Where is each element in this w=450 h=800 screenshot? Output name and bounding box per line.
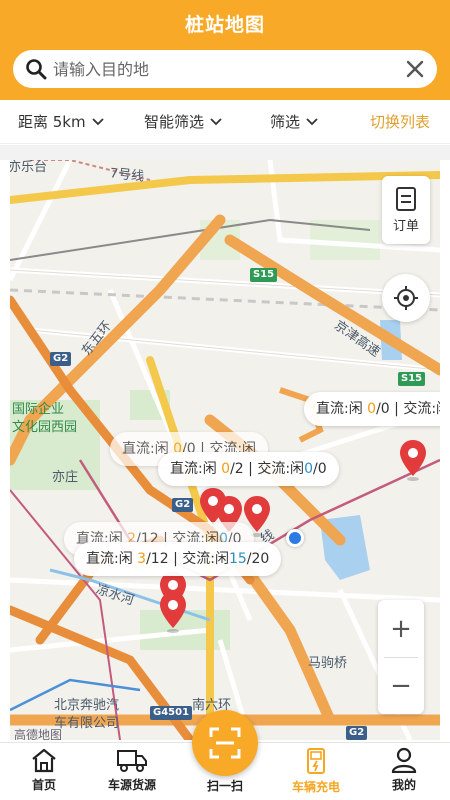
current-location-marker <box>286 529 304 547</box>
road-shield: S15 <box>398 372 426 386</box>
map-attribution: 高德地图 <box>14 728 63 740</box>
dc-prefix: 直流:闲 <box>86 551 138 567</box>
header: 桩站地图 <box>0 0 450 100</box>
order-list-icon <box>396 187 416 211</box>
dc-free: 3 <box>137 551 147 567</box>
road-shield: G2 <box>172 498 194 512</box>
station-pin[interactable] <box>398 438 428 482</box>
tab-charging[interactable]: 车辆充电 <box>276 747 356 795</box>
ac-total: /0 <box>312 461 327 477</box>
dc-free: 0 <box>221 461 231 477</box>
tab-mine-label: 我的 <box>391 778 416 792</box>
distance-filter-label: 距离 5km <box>18 113 86 131</box>
zoom-control: + − <box>378 600 424 714</box>
road-shield: G2 <box>346 726 368 740</box>
home-icon <box>32 748 56 773</box>
search-icon <box>26 59 47 80</box>
chevron-down-icon <box>210 117 222 125</box>
more-filter-label: 筛选 <box>270 113 301 131</box>
station-info-bubble[interactable]: 直流:闲 3/12 | 交流:闲15/20 <box>74 542 282 576</box>
map-label: 亦乐台 <box>10 160 48 175</box>
ac-prefix: | 交流:闲 <box>394 401 440 417</box>
chevron-down-icon <box>91 117 104 125</box>
app-root: 桩站地图 距离 5km 智能筛选 筛选 切换列表 <box>0 0 450 800</box>
dc-total: /12 <box>146 551 169 567</box>
search-input[interactable] <box>53 54 393 84</box>
filter-bar: 距离 5km 智能筛选 筛选 切换列表 <box>0 100 450 144</box>
scan-button[interactable] <box>192 710 258 776</box>
map-view[interactable]: 亦乐台 7号线 东五环 京津高速 国际企业 文化园西园 亦庄 凉水河 马驹桥 北… <box>10 160 440 740</box>
close-icon[interactable] <box>405 59 425 79</box>
ac-free: 0 <box>304 461 313 477</box>
road-shield: G4501 <box>150 706 193 720</box>
tab-cargo[interactable]: 车源货源 <box>92 747 172 793</box>
map-label: 车有限公司 <box>54 716 120 731</box>
tab-mine[interactable]: 我的 <box>364 747 444 793</box>
chevron-down-icon <box>306 117 318 125</box>
order-label: 订单 <box>392 219 419 234</box>
station-pin[interactable] <box>158 590 188 634</box>
divider <box>0 145 450 160</box>
ac-total: /20 <box>246 551 270 567</box>
switch-list-button[interactable]: 切换列表 <box>370 111 430 132</box>
page-title: 桩站地图 <box>184 14 265 36</box>
tab-charging-label: 车辆充电 <box>291 780 340 794</box>
road-shield: G2 <box>50 352 72 366</box>
user-icon <box>391 747 417 773</box>
ac-prefix: | 交流:闲 <box>168 551 229 567</box>
scan-icon <box>209 727 241 759</box>
dc-prefix: 直流:闲 <box>170 461 222 477</box>
smart-filter-label: 智能筛选 <box>144 113 205 131</box>
station-info-bubble[interactable]: 直流:闲 0/2 | 交流:闲0/0 <box>158 452 339 486</box>
dc-total: /2 <box>230 461 244 477</box>
order-button[interactable]: 订单 <box>382 176 430 244</box>
map-label: 马驹桥 <box>308 656 348 671</box>
station-info-bubble[interactable]: 直流:闲 0/0 | 交流:闲 <box>304 392 440 426</box>
ac-prefix: | 交流:闲 <box>243 461 305 477</box>
dc-free: 0 <box>367 401 377 417</box>
search-bar[interactable] <box>13 50 437 88</box>
road-shield: S15 <box>250 268 278 282</box>
scan-label: 扫一扫 <box>206 779 243 793</box>
dc-prefix: 直流:闲 <box>316 401 368 417</box>
dc-total: /0 <box>376 401 390 417</box>
map-label: 北京奔驰汽 <box>54 698 120 713</box>
locate-button[interactable] <box>382 274 430 322</box>
crosshair-icon <box>394 286 418 310</box>
tab-cargo-label: 车源货源 <box>107 778 156 792</box>
smart-filter[interactable]: 智能筛选 <box>144 111 222 132</box>
ac-free: 15 <box>228 551 247 567</box>
map-label: 7号线 <box>109 166 145 185</box>
map-label: 亦庄 <box>52 470 79 485</box>
tab-home-label: 首页 <box>31 778 56 792</box>
more-filter[interactable]: 筛选 <box>270 111 318 132</box>
map-label: 文化园西园 <box>12 420 78 435</box>
charging-station-icon <box>307 748 325 774</box>
distance-filter[interactable]: 距离 5km <box>18 111 104 132</box>
zoom-out-button[interactable]: − <box>378 658 424 714</box>
map-label: 国际企业 <box>12 402 65 417</box>
tab-home[interactable]: 首页 <box>4 747 84 793</box>
truck-icon <box>117 750 147 772</box>
zoom-in-button[interactable]: + <box>378 601 424 657</box>
